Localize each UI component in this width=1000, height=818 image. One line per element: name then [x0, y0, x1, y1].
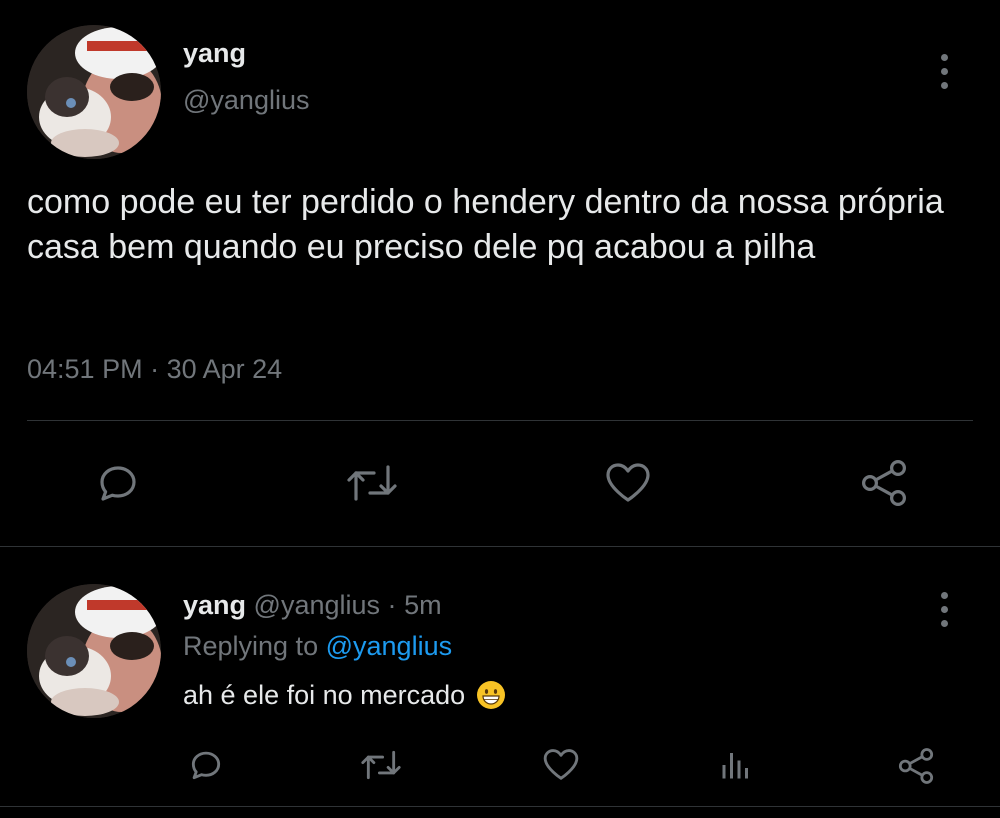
retweet-icon[interactable]	[344, 459, 400, 507]
avatar-image	[27, 584, 161, 718]
replying-to-link[interactable]: @yanglius	[326, 631, 452, 661]
reply-icon[interactable]	[94, 459, 142, 507]
grinning-face-emoji	[476, 681, 505, 709]
divider	[27, 420, 973, 421]
replying-to-label: Replying to	[183, 631, 319, 661]
reply-handle[interactable]: @yanglius	[254, 590, 380, 620]
retweet-icon[interactable]	[358, 746, 404, 784]
replying-to: Replying to @yanglius	[183, 631, 452, 662]
tweet-text: como pode eu ter perdido o hendery dentr…	[27, 183, 944, 266]
like-icon[interactable]	[602, 458, 654, 506]
reply-more-options-icon[interactable]	[941, 592, 949, 634]
reply-display-name[interactable]: yang	[183, 590, 246, 620]
reply-icon[interactable]	[187, 746, 225, 784]
more-options-icon[interactable]	[941, 54, 949, 96]
handle[interactable]: @yanglius	[183, 85, 309, 116]
share-icon[interactable]	[858, 458, 910, 508]
reply-header: yang @yanglius · 5m	[183, 590, 442, 621]
tweet-timestamp: 04:51 PM · 30 Apr 24	[27, 354, 282, 385]
avatar[interactable]	[27, 25, 161, 159]
reply-avatar[interactable]	[27, 584, 161, 718]
avatar-image	[27, 25, 161, 159]
reply-text: ah é ele foi no mercado	[183, 680, 466, 710]
reply-age: 5m	[404, 590, 442, 620]
tweet-date: 30 Apr 24	[166, 354, 283, 384]
separator: ·	[150, 354, 160, 384]
section-divider	[0, 546, 1000, 547]
separator: ·	[387, 590, 397, 620]
reply-text-row: ah é ele foi no mercado	[183, 680, 505, 711]
bottom-divider	[0, 806, 1000, 807]
share-icon[interactable]	[896, 746, 936, 786]
display-name[interactable]: yang	[183, 38, 246, 69]
tweet-time: 04:51 PM	[27, 354, 143, 384]
like-icon[interactable]	[540, 745, 582, 783]
analytics-icon[interactable]	[718, 746, 754, 784]
